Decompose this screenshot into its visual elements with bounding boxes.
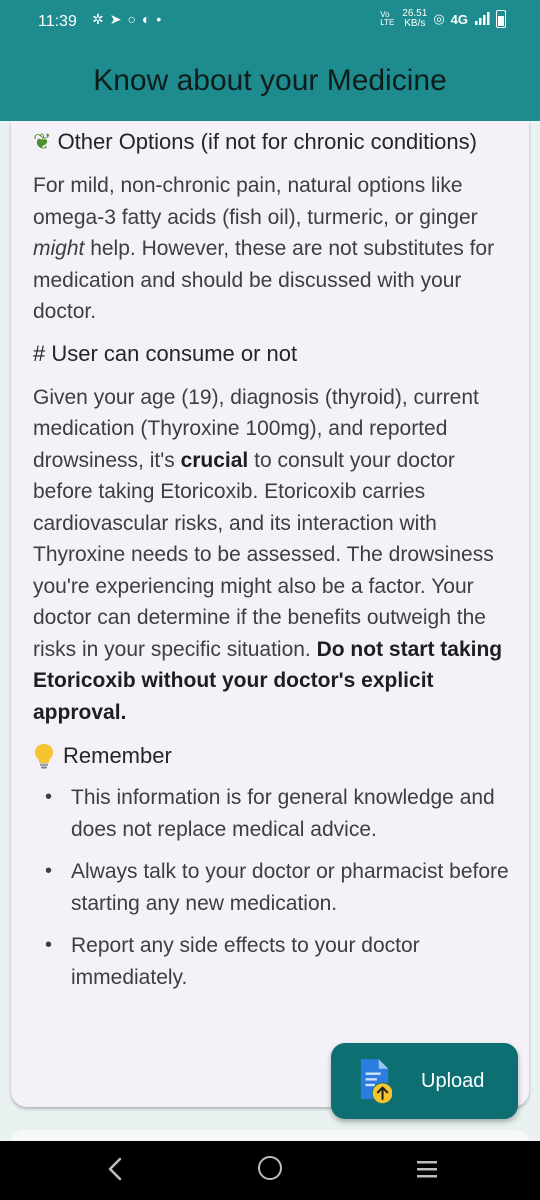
- remember-list: • This information is for general knowled…: [33, 782, 511, 993]
- status-left-icons: ✲➤○◐•: [92, 11, 167, 28]
- bullet-dot: •: [45, 934, 53, 956]
- list-item: • This information is for general knowled…: [33, 782, 511, 845]
- hotspot-icon: ◎: [433, 11, 445, 26]
- status-right-cluster: Vo LTE 26.51 KB/s ◎ 4G: [380, 9, 506, 29]
- status-bar: 11:39 ✲➤○◐• Vo LTE 26.51 KB/s ◎ 4G: [0, 0, 540, 44]
- back-icon[interactable]: [104, 1155, 126, 1183]
- list-item: • Report any side effects to your doctor …: [33, 930, 511, 993]
- upload-button[interactable]: Upload: [331, 1043, 518, 1119]
- consume-text-end: to consult your doctor before taking Eto…: [33, 448, 494, 661]
- system-nav-bar: [0, 1141, 540, 1200]
- record-icon: ◐: [141, 11, 157, 27]
- other-options-paragraph: For mild, non-chronic pain, natural opti…: [33, 170, 511, 328]
- dot-icon: •: [156, 11, 168, 27]
- consume-bold-word: crucial: [180, 448, 249, 472]
- list-item: • Always talk to your doctor or pharmacis…: [33, 856, 511, 919]
- circle-icon: ○: [127, 11, 142, 27]
- home-icon[interactable]: [258, 1156, 282, 1180]
- status-time: 11:39: [38, 13, 77, 30]
- list-item-text: Always talk to your doctor or pharmacist…: [71, 860, 509, 915]
- other-options-text-end: help. However, these are not substitutes…: [33, 237, 495, 323]
- app-icon: ✲: [92, 11, 110, 27]
- other-options-text-start: For mild, non-chronic pain, natural opti…: [33, 174, 478, 229]
- navigation-icon: ➤: [109, 11, 128, 27]
- herb-icon: ❦: [33, 129, 52, 154]
- lightbulb-icon: [35, 744, 53, 769]
- network-speed: 26.51 KB/s: [402, 9, 427, 29]
- other-options-heading-text: Other Options (if not for chronic condit…: [57, 129, 477, 154]
- other-options-heading: ❦ Other Options (if not for chronic cond…: [33, 126, 511, 158]
- bullet-dot: •: [45, 786, 53, 808]
- remember-heading: Remember: [33, 740, 511, 772]
- battery-icon: [496, 10, 506, 28]
- speed-unit: KB/s: [404, 18, 426, 29]
- volte-indicator: Vo LTE: [380, 10, 395, 27]
- consume-paragraph: Given your age (19), diagnosis (thyroid)…: [33, 382, 511, 729]
- network-type: 4G: [450, 11, 468, 27]
- other-options-italic: might: [33, 237, 85, 260]
- upload-button-label: Upload: [421, 1069, 485, 1092]
- signal-icon: [475, 12, 490, 25]
- consume-heading: # User can consume or not: [33, 340, 298, 366]
- page-title: Know about your Medicine: [93, 64, 447, 97]
- recents-icon[interactable]: [415, 1158, 439, 1180]
- list-item-text: This information is for general knowledg…: [71, 786, 495, 841]
- card-content: ❦ Other Options (if not for chronic cond…: [33, 121, 511, 1004]
- app-bar: Know about your Medicine: [0, 44, 540, 121]
- document-upload-icon: [360, 1059, 392, 1105]
- remember-heading-text: Remember: [63, 743, 172, 768]
- medicine-info-card[interactable]: ❦ Other Options (if not for chronic cond…: [11, 121, 529, 1107]
- list-item-text: Report any side effects to your doctor i…: [71, 934, 420, 989]
- bullet-dot: •: [45, 860, 53, 882]
